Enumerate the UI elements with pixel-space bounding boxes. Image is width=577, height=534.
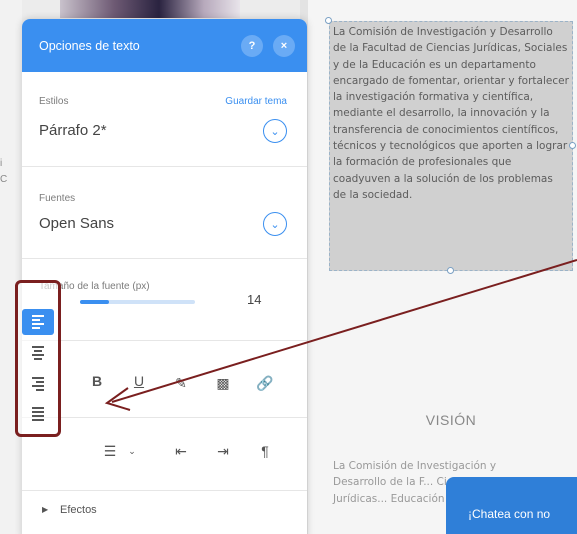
annotation-arrow — [104, 259, 577, 411]
arrow-line — [111, 259, 577, 403]
